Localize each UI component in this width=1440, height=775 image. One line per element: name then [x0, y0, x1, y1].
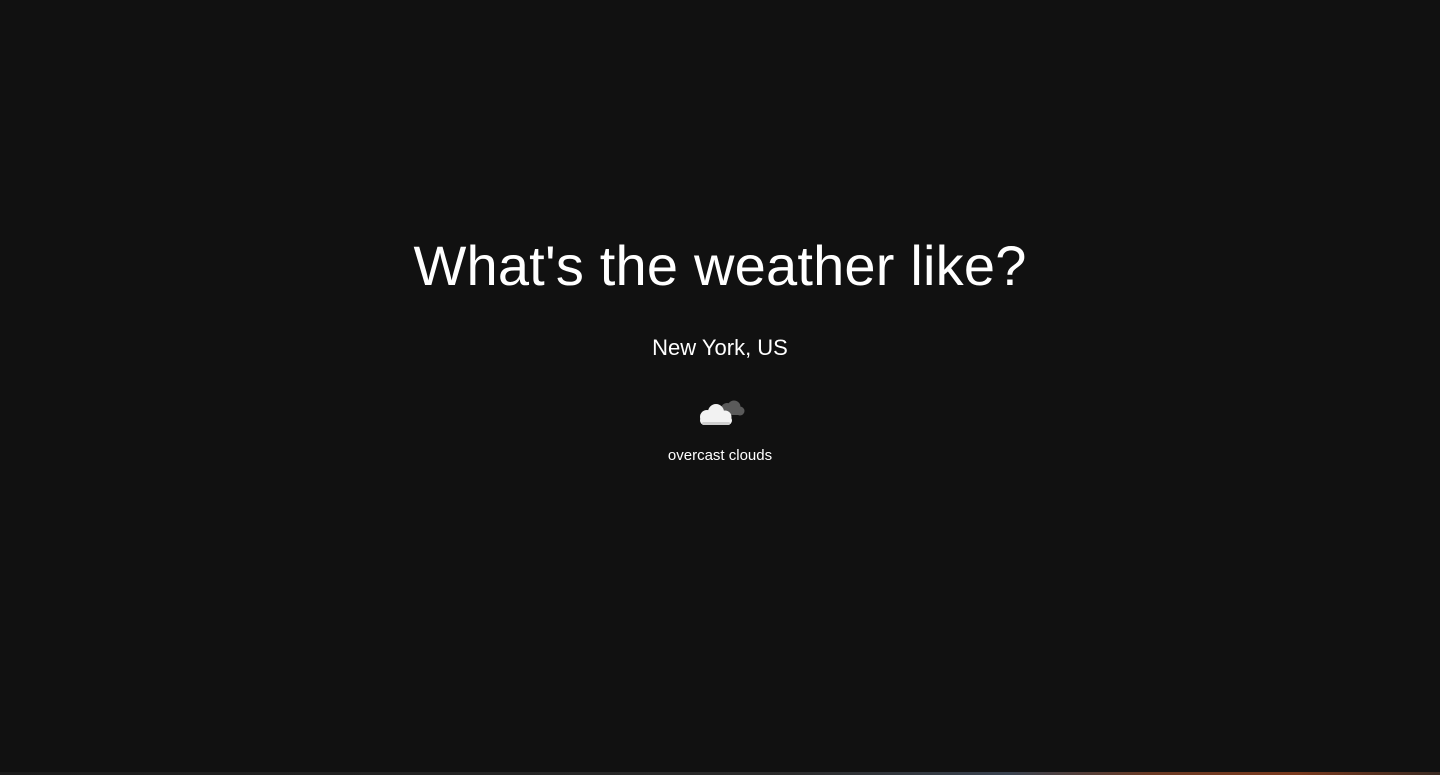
- weather-description: overcast clouds: [667, 447, 773, 464]
- page-title: What's the weather like?: [413, 234, 1027, 297]
- location-label: New York, US: [652, 335, 788, 360]
- overcast-clouds-icon: [694, 396, 746, 430]
- app-background: What's the weather like? New York, US ov: [0, 0, 1440, 775]
